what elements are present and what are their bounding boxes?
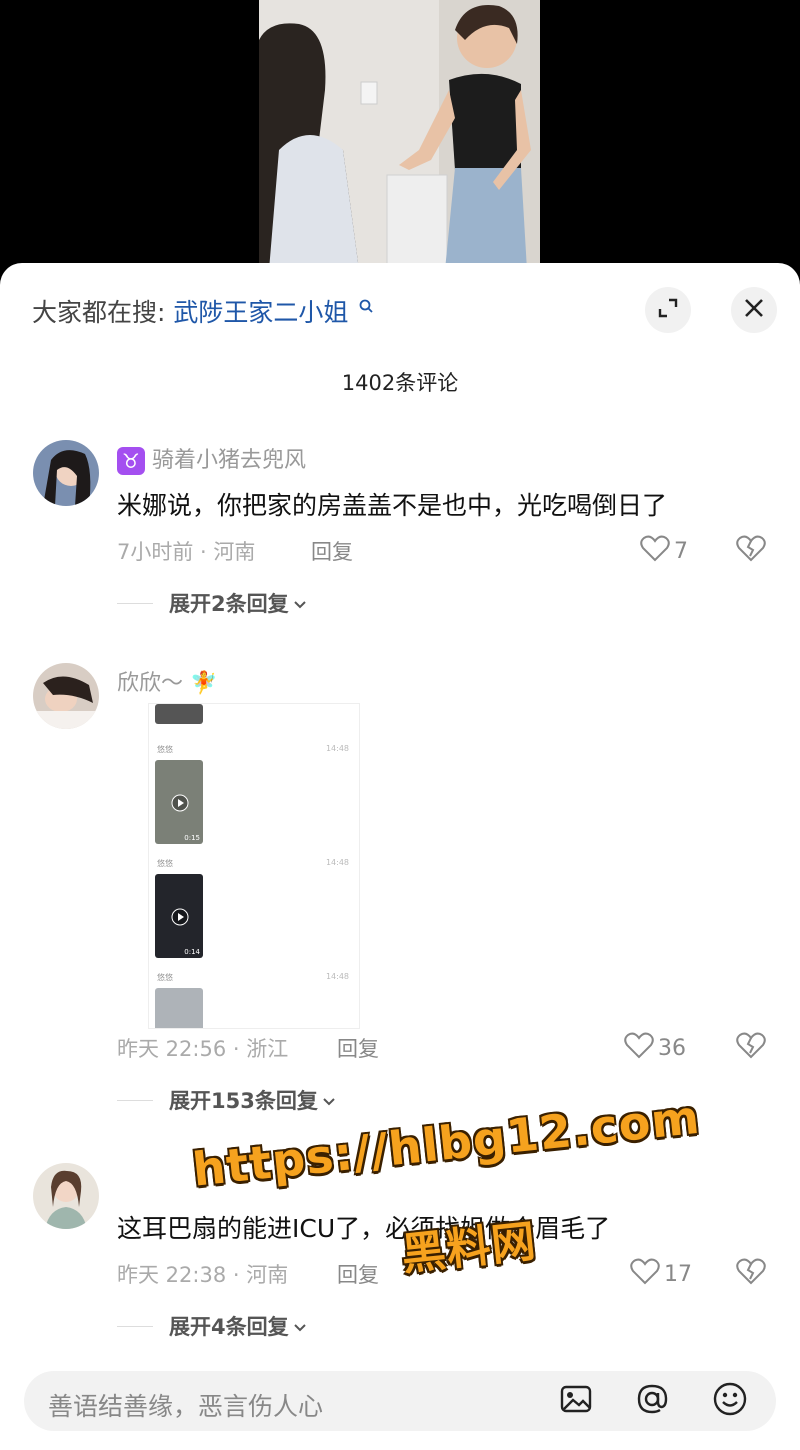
search-icon: [358, 293, 374, 322]
divider: [117, 602, 153, 604]
video-thumbnail: 0:15: [155, 760, 203, 844]
close-button[interactable]: [731, 287, 777, 333]
expand-replies-label: 展开4条回复: [169, 1315, 289, 1339]
divider: [117, 1099, 153, 1101]
divider: [117, 1325, 153, 1327]
video-thumbnail: 0:14: [155, 874, 203, 958]
like-button[interactable]: 36: [624, 1031, 686, 1065]
chat-time: 14:48: [325, 744, 349, 753]
heart-icon: [624, 1031, 654, 1065]
like-button[interactable]: 17: [630, 1257, 692, 1291]
comment-username-text: 骑着小猪去兜风: [152, 448, 307, 473]
image-picker-button[interactable]: [556, 1381, 596, 1421]
avatar[interactable]: [33, 440, 99, 506]
comment-input-placeholder: 善语结善缘，恶言伤人心: [48, 1392, 324, 1421]
at-icon: [635, 1382, 669, 1420]
heart-icon: [630, 1257, 660, 1291]
expand-fullscreen-button[interactable]: [645, 287, 691, 333]
expand-replies-button[interactable]: 展开4条回复: [117, 1311, 307, 1341]
fairy-emoji: 🧚: [190, 671, 218, 696]
mention-button[interactable]: [632, 1381, 672, 1421]
trending-search-prefix: 大家都在搜:: [32, 298, 166, 327]
comment-image-attachment[interactable]: 悠悠 14:48 0:15 悠悠 14:48 0:14 悠悠 14:48: [148, 703, 360, 1029]
close-icon: [743, 297, 765, 323]
expand-icon: [657, 297, 679, 323]
video-frame: [259, 0, 540, 270]
expand-replies-label: 展开153条回复: [169, 1089, 318, 1113]
reply-button[interactable]: 回复: [337, 1259, 379, 1289]
chevron-down-icon: [293, 1314, 307, 1338]
reply-button[interactable]: 回复: [337, 1033, 379, 1063]
avatar[interactable]: [33, 1163, 99, 1229]
chat-sender: 悠悠: [157, 859, 173, 868]
dislike-button[interactable]: [736, 534, 766, 566]
chevron-down-icon: [322, 1088, 336, 1112]
comment-input-bar: 善语结善缘，恶言伤人心: [0, 1355, 800, 1450]
chat-sender: 悠悠: [157, 973, 173, 982]
video-thumbnail: [155, 704, 203, 724]
chat-sender: 悠悠: [157, 745, 173, 754]
comment-meta: 昨天 22:38 · 河南: [117, 1263, 289, 1287]
comment-meta: 7小时前 · 河南: [117, 540, 256, 564]
video-duration: 0:15: [184, 834, 200, 842]
expand-replies-button[interactable]: 展开2条回复: [117, 588, 307, 618]
comment-count: 1402条评论: [341, 371, 459, 395]
emoji-button[interactable]: [710, 1381, 750, 1421]
chevron-down-icon: [293, 591, 307, 615]
trending-search-term[interactable]: 武陟王家二小姐: [173, 298, 348, 327]
comment-meta: 昨天 22:56 · 浙江: [117, 1037, 289, 1061]
dislike-button[interactable]: [736, 1031, 766, 1063]
video-player[interactable]: [0, 0, 800, 270]
chat-time: 14:48: [325, 972, 349, 981]
trending-search[interactable]: 大家都在搜: 武陟王家二小姐: [32, 293, 374, 329]
comment-text: 这耳巴扇的能进ICU了，必须找姐做个眉毛了: [117, 1214, 611, 1243]
broken-heart-icon: [736, 535, 766, 566]
comment-username[interactable]: 欣欣～ 🧚: [117, 665, 217, 697]
dislike-button[interactable]: [736, 1257, 766, 1289]
zodiac-taurus-icon: ♉: [117, 447, 145, 475]
like-count: 17: [664, 1261, 692, 1287]
chat-time: 14:48: [325, 858, 349, 867]
comment-sheet: 大家都在搜: 武陟王家二小姐 1402条评论 ♉ 骑着小猪去兜风 米娜说，你把家…: [0, 263, 800, 1450]
comment-text: 米娜说，你把家的房盖盖不是也中，光吃喝倒日了: [117, 491, 668, 520]
like-count: 36: [658, 1035, 686, 1061]
reply-button[interactable]: 回复: [311, 536, 353, 566]
comment-username-text: 欣欣～: [117, 671, 184, 696]
avatar[interactable]: [33, 663, 99, 729]
comment-username[interactable]: ♉ 骑着小猪去兜风: [117, 442, 306, 475]
watermark-site-name: 黑料网: [399, 1215, 539, 1281]
smiley-icon: [712, 1381, 748, 1421]
expand-replies-label: 展开2条回复: [169, 592, 289, 616]
broken-heart-icon: [736, 1032, 766, 1063]
heart-icon: [640, 534, 670, 568]
like-count: 7: [674, 538, 688, 564]
broken-heart-icon: [736, 1258, 766, 1289]
like-button[interactable]: 7: [640, 534, 688, 568]
video-duration: 0:14: [184, 948, 200, 956]
image-icon: [559, 1382, 593, 1420]
play-icon: [171, 794, 189, 816]
video-thumbnail: [155, 988, 203, 1028]
expand-replies-button[interactable]: 展开153条回复: [117, 1085, 336, 1115]
comment-input[interactable]: 善语结善缘，恶言伤人心: [24, 1371, 776, 1431]
play-icon: [171, 908, 189, 930]
